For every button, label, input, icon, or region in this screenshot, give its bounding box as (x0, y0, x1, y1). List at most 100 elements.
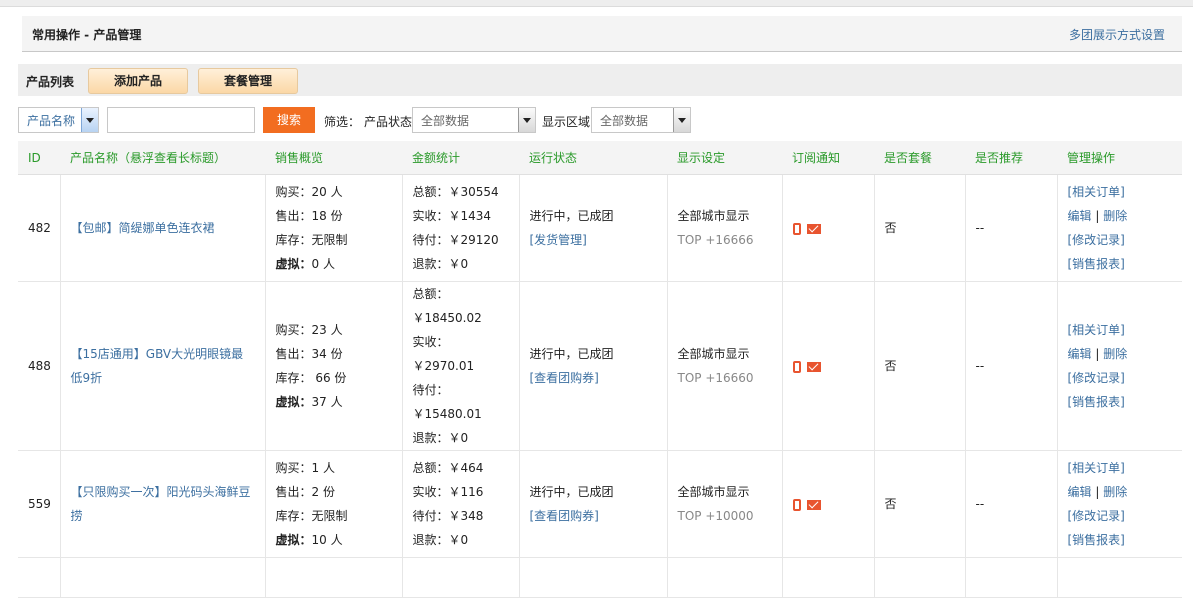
view-coupons-link[interactable]: [查看团购券] (530, 504, 657, 528)
manage-actions: [相关订单] 编辑 | 删除 [修改记录] [销售报表] (1057, 281, 1182, 451)
chevron-down-icon (518, 108, 535, 132)
mail-icon[interactable] (806, 499, 821, 510)
table-row: 559 【只限购买一次】阳光码头海鲜豆捞 购买：1 人 售出：2 份 库存：无限… (18, 450, 1182, 558)
amount-line: ￥18450.02 (412, 311, 482, 325)
sales-overview: 购买：20 人 售出：18 份 库存：无限制 虚拟：0 人 (265, 174, 403, 282)
sales-line: 库存： 66 份 (275, 371, 347, 385)
mail-icon[interactable] (806, 361, 821, 372)
amount-line: 总额：￥464 (412, 461, 484, 475)
table-row (18, 557, 1182, 598)
virtual-value: 10 人 (311, 533, 343, 547)
phone-icon[interactable] (792, 360, 801, 373)
amount-line: 退款：￥0 (412, 533, 469, 547)
page-header: 常用操作 - 产品管理 多团展示方式设置 (22, 16, 1182, 52)
status-text: 进行中，已成团 (529, 347, 614, 361)
manage-actions: [相关订单] 编辑 | 删除 [修改记录] [销售报表] (1057, 174, 1182, 282)
amount-line: 退款：￥0 (412, 257, 469, 271)
is-recommend: -- (965, 450, 1058, 558)
virtual-label: 虚拟： (275, 395, 312, 409)
virtual-value: 0 人 (311, 257, 335, 271)
table-row: 482 【包邮】简缇娜单色连衣裙 购买：20 人 售出：18 份 库存：无限制 … (18, 174, 1182, 282)
top-value: TOP +16666 (677, 233, 754, 247)
amount-line: ￥15480.01 (412, 407, 482, 421)
search-field-select[interactable]: 产品名称 (18, 107, 99, 133)
product-id: 488 (18, 281, 61, 451)
delete-link[interactable]: 删除 (1103, 485, 1127, 499)
subscribe-notify (782, 281, 875, 451)
product-id: 559 (18, 450, 61, 558)
action-separator: | (1095, 209, 1100, 223)
sales-line: 购买：20 人 (275, 185, 343, 199)
sales-line: 购买：1 人 (275, 461, 335, 475)
col-header: 是否推荐 (965, 141, 1057, 175)
delete-link[interactable]: 删除 (1103, 347, 1127, 361)
sales-overview: 购买：1 人 售出：2 份 库存：无限制 虚拟：10 人 (265, 450, 403, 558)
delete-link[interactable]: 删除 (1103, 209, 1127, 223)
search-button[interactable]: 搜索 (263, 107, 315, 133)
action-separator: | (1095, 485, 1100, 499)
status-text: 进行中，已成团 (529, 209, 614, 223)
amount-line: 实收：￥2970.01 (412, 335, 475, 373)
product-name-link[interactable]: 【包邮】简缇娜单色连衣裙 (71, 221, 215, 235)
mail-icon[interactable] (806, 223, 821, 234)
amount-stats: 总额： ￥18450.02 实收：￥2970.01 待付： ￥15480.01 … (402, 281, 520, 451)
sales-line: 售出：18 份 (275, 209, 343, 223)
amount-line: 实收：￥1434 (412, 209, 492, 223)
amount-stats: 总额：￥464 实收：￥116 待付：￥348 退款：￥0 (402, 450, 520, 558)
amount-line: 退款：￥0 (412, 431, 469, 445)
action-separator: | (1095, 347, 1100, 361)
display-text: 全部城市显示 (677, 485, 750, 499)
area-label: 显示区域 (542, 115, 591, 129)
sales-report-link[interactable]: [销售报表] (1068, 528, 1173, 552)
table-header-row: ID 产品名称（悬浮查看长标题） 销售概览 金额统计 运行状态 显示设定 订阅通… (18, 141, 1182, 175)
add-product-button[interactable]: 添加产品 (88, 68, 188, 94)
related-orders-link[interactable]: [相关订单] (1068, 180, 1173, 204)
amount-line: 待付： (412, 383, 449, 397)
display-setting: 全部城市显示 TOP +16660 (667, 281, 783, 451)
is-package: 否 (874, 281, 966, 451)
is-package: 否 (874, 450, 966, 558)
area-select[interactable]: 全部数据 (591, 107, 691, 133)
related-orders-link[interactable]: [相关订单] (1068, 456, 1173, 480)
edit-link[interactable]: 编辑 (1068, 209, 1092, 223)
phone-icon[interactable] (792, 498, 801, 511)
modify-records-link[interactable]: [修改记录] (1068, 366, 1173, 390)
display-settings-link[interactable]: 多团展示方式设置 (1069, 26, 1165, 43)
related-orders-link[interactable]: [相关订单] (1068, 318, 1173, 342)
status-label: 产品状态 (364, 115, 413, 129)
search-input[interactable] (107, 107, 255, 133)
status-select-value: 全部数据 (421, 114, 470, 128)
sales-line: 库存：无限制 (275, 233, 348, 247)
col-header: 产品名称（悬浮查看长标题） (60, 141, 265, 175)
amount-line: 待付：￥348 (412, 509, 484, 523)
edit-link[interactable]: 编辑 (1068, 485, 1092, 499)
amount-line: 总额： (412, 287, 449, 301)
view-coupons-link[interactable]: [查看团购券] (530, 366, 657, 390)
edit-link[interactable]: 编辑 (1068, 347, 1092, 361)
sales-report-link[interactable]: [销售报表] (1068, 252, 1173, 276)
modify-records-link[interactable]: [修改记录] (1068, 504, 1173, 528)
filter-bar: 产品名称 搜索 筛选： 产品状态 全部数据 显示区域 全部数据 (18, 106, 1182, 136)
modify-records-link[interactable]: [修改记录] (1068, 228, 1173, 252)
col-header: 管理操作 (1057, 141, 1182, 175)
virtual-label: 虚拟： (275, 257, 312, 271)
status-select[interactable]: 全部数据 (412, 107, 536, 133)
manage-actions: [相关订单] 编辑 | 删除 [修改记录] [销售报表] (1057, 450, 1182, 558)
shipping-manage-link[interactable]: [发货管理] (530, 228, 657, 252)
display-setting: 全部城市显示 TOP +16666 (667, 174, 783, 282)
col-header: 运行状态 (519, 141, 667, 175)
col-header: ID (18, 141, 60, 175)
sales-line: 库存：无限制 (275, 509, 348, 523)
amount-line: 总额：￥30554 (412, 185, 499, 199)
phone-icon[interactable] (792, 222, 801, 235)
product-name-link[interactable]: 【只限购买一次】阳光码头海鲜豆捞 (71, 485, 251, 523)
sales-report-link[interactable]: [销售报表] (1068, 390, 1173, 414)
virtual-value: 37 人 (311, 395, 343, 409)
run-status: 进行中，已成团 [发货管理] (519, 174, 668, 282)
is-recommend: -- (965, 281, 1058, 451)
package-manage-button[interactable]: 套餐管理 (198, 68, 298, 94)
col-header: 销售概览 (265, 141, 402, 175)
page-title: 常用操作 - 产品管理 (32, 28, 142, 42)
product-name-link[interactable]: 【15店通用】GBV大光明眼镜最低9折 (71, 347, 244, 385)
col-header: 是否套餐 (874, 141, 965, 175)
